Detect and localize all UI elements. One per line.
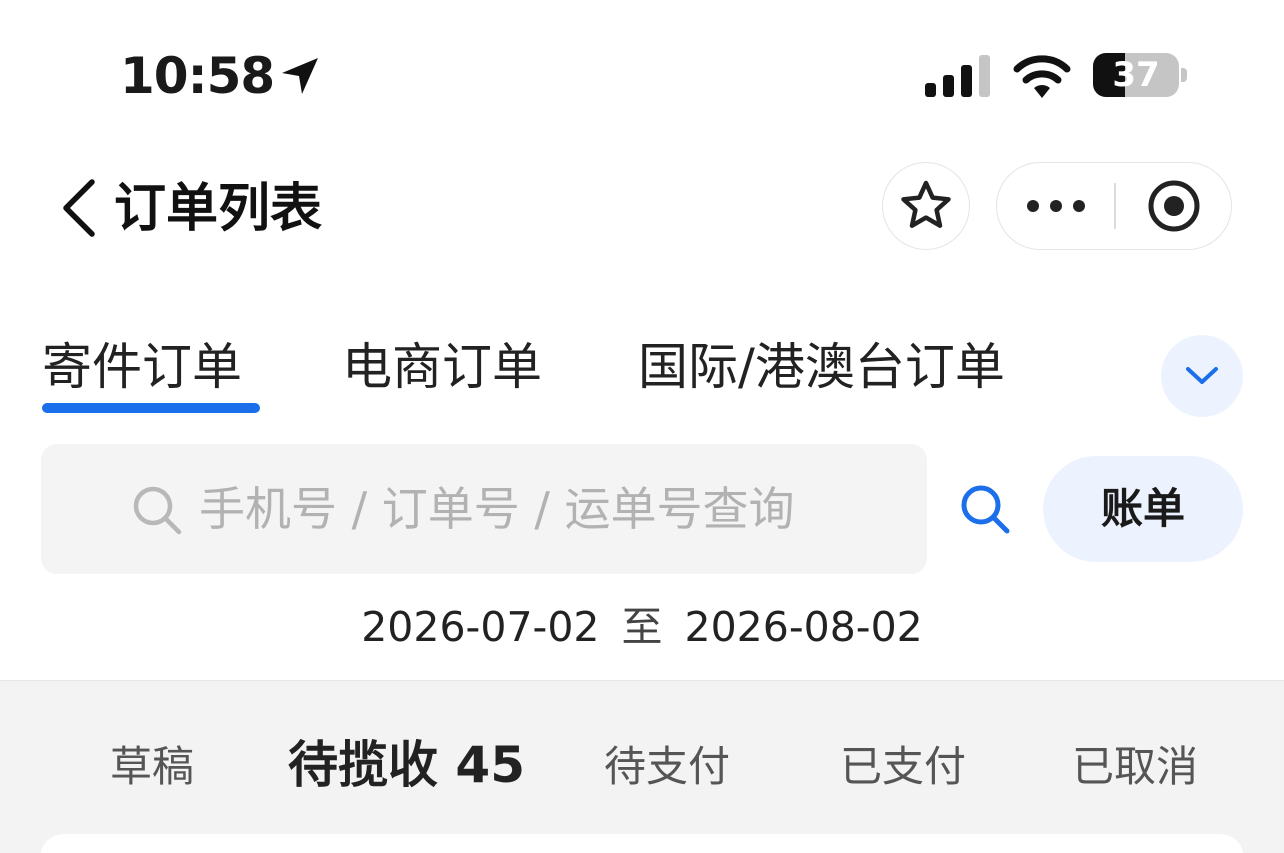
close-button[interactable] xyxy=(1116,163,1231,249)
more-button[interactable] xyxy=(997,163,1114,249)
back-chevron-icon[interactable] xyxy=(58,178,100,238)
search-icon xyxy=(133,486,182,535)
filter-paid[interactable]: 已支付 xyxy=(840,736,966,798)
search-input[interactable]: 手机号 / 订单号 / 运单号查询 xyxy=(41,444,927,574)
battery-cap xyxy=(1181,68,1187,82)
page-title: 订单列表 xyxy=(114,179,323,239)
date-end: 2026-08-02 xyxy=(684,603,923,651)
close-target-icon xyxy=(1148,180,1199,232)
bill-button[interactable]: 账单 xyxy=(1043,456,1243,562)
favorite-button[interactable] xyxy=(882,162,970,250)
filter-pending-pickup[interactable]: 待揽收 45 xyxy=(288,734,525,796)
date-separator: 至 xyxy=(621,603,663,651)
search-placeholder: 手机号 / 订单号 / 运单号查询 xyxy=(199,482,795,536)
active-tab-indicator xyxy=(42,403,260,413)
date-range-selector[interactable]: 2026-07-02 至 2026-08-02 xyxy=(0,600,1284,654)
chevron-down-icon xyxy=(1186,367,1218,384)
filter-pending-payment[interactable]: 待支付 xyxy=(604,736,730,798)
cellular-signal-icon xyxy=(925,55,990,97)
date-start: 2026-07-02 xyxy=(361,603,600,651)
search-submit-icon[interactable] xyxy=(958,482,1012,536)
order-list-page: 10:58 37 订单列表 寄件订单 电商订单 国际/港澳台订单 手机号 / 订… xyxy=(0,0,1284,853)
tab-international-orders[interactable]: 国际/港澳台订单 xyxy=(638,334,1005,400)
tab-send-orders[interactable]: 寄件订单 xyxy=(42,334,242,400)
tab-ecommerce-orders[interactable]: 电商订单 xyxy=(342,334,542,400)
filter-cancelled[interactable]: 已取消 xyxy=(1072,736,1198,798)
status-time: 10:58 xyxy=(120,47,275,105)
wifi-icon xyxy=(1013,55,1071,98)
tabs-expand-button[interactable] xyxy=(1161,335,1243,417)
star-icon xyxy=(901,180,951,228)
battery-level-text: 37 xyxy=(1112,55,1160,95)
order-card[interactable] xyxy=(40,834,1244,853)
battery-icon: 37 xyxy=(1093,53,1179,97)
miniprogram-capsule xyxy=(996,162,1232,250)
more-dots-icon xyxy=(1026,200,1085,212)
filter-draft[interactable]: 草稿 xyxy=(110,736,194,798)
location-arrow-icon xyxy=(282,58,318,94)
